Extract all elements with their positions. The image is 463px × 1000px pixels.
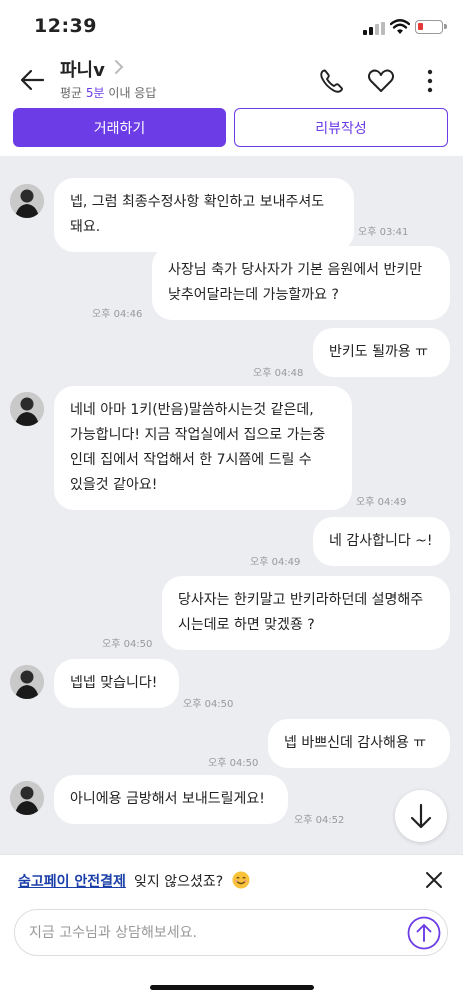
message-timestamp: 오후 04:46 <box>92 309 143 320</box>
smile-emoji-icon <box>232 871 250 889</box>
chat-message-list[interactable]: 넵, 그럼 최종수정사항 확인하고 보내주셔도돼요. 오후 03:41 사장님 축가… <box>0 156 463 854</box>
avatar[interactable] <box>10 184 44 218</box>
sent-message-bubble[interactable]: 반키도 될까용 ㅠ <box>313 328 450 377</box>
sent-message-bubble[interactable]: 네 감사합니다 ~! <box>313 517 450 566</box>
message-line: 돼요. <box>70 219 101 235</box>
heart-icon[interactable] <box>367 68 395 94</box>
chevron-right-icon[interactable] <box>112 58 126 76</box>
scroll-down-button[interactable] <box>395 790 447 842</box>
message-line: 아니에용 금방해서 보내드릴게요! <box>70 791 265 807</box>
notice-text: 잊지 않으셨죠? <box>134 874 224 890</box>
sent-message-bubble[interactable]: 당사자는 한키말고 반키라하던데 설명해주시는데로 하면 맞겠죵 ? <box>162 576 450 650</box>
close-icon[interactable] <box>424 870 444 890</box>
message-timestamp: 오후 04:49 <box>356 497 407 508</box>
wifi-icon <box>390 19 410 34</box>
status-time: 12:39 <box>34 15 97 37</box>
home-indicator <box>150 985 314 990</box>
message-line: 당사자는 한키말고 반키라하던데 설명해주 <box>178 592 424 608</box>
message-line: 있을것 같아요! <box>70 477 158 493</box>
received-message-bubble[interactable]: 아니에용 금방해서 보내드릴게요! <box>54 775 288 824</box>
battery-icon <box>415 20 447 34</box>
message-timestamp: 오후 04:48 <box>253 368 304 379</box>
safe-payment-notice: 숨고페이 안전결제 잊지 않으셨죠? <box>0 854 463 904</box>
message-line: 낮추어달라는데 가능할까요 ? <box>168 287 339 303</box>
message-line: 가능합니다! 지금 작업실에서 집으로 가는중 <box>70 427 326 443</box>
received-message-bubble[interactable]: 네네 아마 1키(반음)말씀하시는것 같은데, 가능합니다! 지금 작업실에서 집… <box>54 386 352 510</box>
sent-message-bubble[interactable]: 사장님 축가 당사자가 기본 음원에서 반키만낮추어달라는데 가능할까요 ? <box>152 246 450 320</box>
message-composer <box>14 909 448 956</box>
response-time-value: 5분 <box>85 86 105 100</box>
status-bar: 12:39 <box>0 0 463 52</box>
response-prefix: 평균 <box>60 86 86 100</box>
write-review-button[interactable]: 리뷰작성 <box>234 108 448 147</box>
message-line: 넵넵 맞습니다! <box>70 675 158 691</box>
message-line: 시는데로 하면 맞겠죵 ? <box>178 617 315 633</box>
message-timestamp: 오후 04:49 <box>250 557 301 568</box>
message-timestamp: 오후 04:50 <box>102 639 153 650</box>
avatar[interactable] <box>10 392 44 426</box>
back-arrow-icon[interactable] <box>18 66 46 94</box>
received-message-bubble[interactable]: 넵넵 맞습니다! <box>54 659 179 708</box>
signal-icon <box>363 22 385 35</box>
response-time-info: 평균 5분 이내 응답 <box>60 84 156 101</box>
message-line: 인데 집에서 작업해서 한 7시쯤에 드릴 수 <box>70 452 312 468</box>
avatar[interactable] <box>10 781 44 815</box>
message-line: 넵 바쁘신데 감사해용 ㅠ <box>284 735 427 751</box>
message-line: 네네 아마 1키(반음)말씀하시는것 같은데, <box>70 402 314 418</box>
more-vertical-icon[interactable] <box>423 68 437 94</box>
sent-message-bubble[interactable]: 넵 바쁘신데 감사해용 ㅠ <box>268 719 450 768</box>
message-timestamp: 오후 03:41 <box>358 227 409 238</box>
message-line: 반키도 될까용 ㅠ <box>329 344 429 360</box>
phone-icon[interactable] <box>319 68 345 94</box>
chat-partner-name[interactable]: 파니v <box>60 56 105 82</box>
message-line: 사장님 축가 당사자가 기본 음원에서 반키만 <box>168 262 423 278</box>
message-timestamp: 오후 04:50 <box>183 699 234 710</box>
send-icon[interactable] <box>407 916 441 950</box>
message-input[interactable] <box>29 920 389 946</box>
deal-button[interactable]: 거래하기 <box>13 108 226 147</box>
received-message-bubble[interactable]: 넵, 그럼 최종수정사항 확인하고 보내주셔도돼요. <box>54 178 354 252</box>
message-timestamp: 오후 04:50 <box>208 758 259 769</box>
response-suffix: 이내 응답 <box>104 86 157 100</box>
chat-header: 파니v 평균 5분 이내 응답 <box>0 52 463 108</box>
message-timestamp: 오후 04:52 <box>294 815 345 826</box>
avatar[interactable] <box>10 665 44 699</box>
arrow-down-icon <box>410 803 432 829</box>
message-line: 네 감사합니다 ~! <box>329 533 433 549</box>
message-line: 넵, 그럼 최종수정사항 확인하고 보내주셔도 <box>70 194 325 210</box>
safe-payment-link[interactable]: 숨고페이 안전결제 <box>18 871 126 891</box>
